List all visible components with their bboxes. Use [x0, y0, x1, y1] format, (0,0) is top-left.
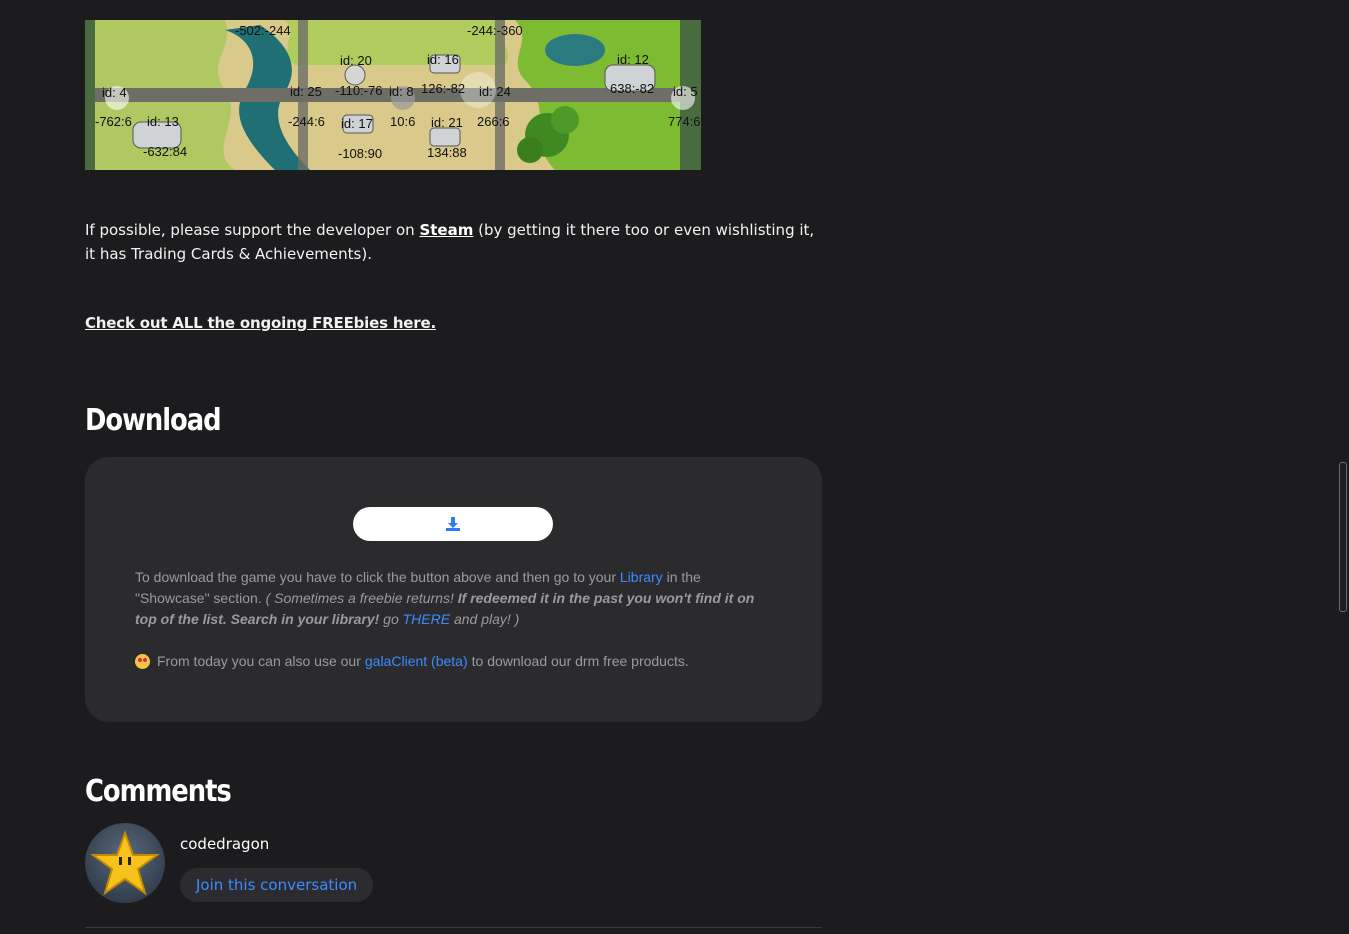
map-label: id: 5	[673, 84, 698, 99]
map-label: 134:88	[427, 145, 467, 160]
freebies-link[interactable]: Check out ALL the ongoing FREEbies here.	[85, 314, 436, 332]
comment-composer: codedragon Join this conversation	[85, 823, 822, 903]
map-label: 774:6	[668, 114, 701, 129]
divider	[85, 927, 822, 928]
star-avatar-icon	[89, 830, 161, 896]
left-edge	[85, 20, 95, 170]
map-label: 126:-82	[421, 81, 465, 96]
download-icon	[446, 517, 460, 531]
galaclient-note: From today you can also use our galaClie…	[135, 651, 775, 672]
map-label: id: 21	[431, 115, 463, 130]
join-conversation-button[interactable]: Join this conversation	[180, 868, 374, 902]
game-map-svg: id: 4 -762:6 id: 13 -632:84 id: 20 id: 16 id: …	[85, 20, 701, 170]
library-link[interactable]: Library	[620, 569, 663, 585]
tree	[551, 106, 579, 134]
map-label: id: 25	[290, 84, 322, 99]
avatar[interactable]	[85, 823, 165, 903]
map-label: id: 20	[340, 53, 372, 68]
instructions-note: ( Sometimes a freebie returns!	[265, 590, 458, 606]
map-label: 638:-82	[610, 81, 654, 96]
username: codedragon	[180, 835, 270, 853]
map-label: id: 12	[617, 52, 649, 67]
instructions-text: To download the game you have to click t…	[135, 569, 620, 585]
steam-link[interactable]: Steam	[419, 221, 473, 239]
download-button[interactable]	[353, 507, 553, 541]
support-developer-text: If possible, please support the develope…	[85, 218, 825, 266]
map-label: -110:-76	[335, 83, 382, 98]
game-screenshot-image: id: 4 -762:6 id: 13 -632:84 id: 20 id: 16 id: …	[85, 20, 701, 170]
map-label: -244:-360	[467, 23, 523, 38]
download-instructions: To download the game you have to click t…	[135, 567, 775, 630]
map-label: 10:6	[390, 114, 415, 129]
support-text-before: If possible, please support the develope…	[85, 221, 420, 239]
tower	[344, 64, 366, 86]
map-label: id: 24	[479, 84, 511, 99]
galaclient-text-before: From today you can also use our	[157, 653, 361, 669]
map-label: id: 13	[147, 114, 179, 129]
galaclient-link[interactable]: galaClient (beta)	[365, 651, 468, 672]
map-label: id: 16	[427, 52, 459, 67]
tree	[517, 137, 543, 163]
scrollbar-thumb[interactable]	[1339, 462, 1347, 612]
map-label: 266:6	[477, 114, 510, 129]
page: id: 4 -762:6 id: 13 -632:84 id: 20 id: 16 id: …	[0, 0, 1349, 934]
map-label: -108:90	[338, 146, 382, 161]
map-label: -632:84	[143, 144, 187, 159]
water-right	[545, 34, 605, 66]
building	[429, 127, 461, 147]
instructions-note: and play! )	[450, 611, 520, 627]
map-label: id: 8	[389, 84, 414, 99]
comments-section-title: Comments	[85, 774, 232, 809]
download-panel: To download the game you have to click t…	[85, 457, 822, 722]
galaclient-text-after: to download our drm free products.	[471, 653, 689, 669]
map-label: -502:-244	[235, 23, 291, 38]
map-label: -244:6	[288, 114, 325, 129]
map-label: id: 17	[341, 116, 373, 131]
map-label: id: 4	[102, 85, 127, 100]
star-struck-emoji-icon	[135, 654, 150, 669]
instructions-note: go	[379, 611, 403, 627]
map-label: -762:6	[95, 114, 132, 129]
there-link[interactable]: THERE	[403, 611, 450, 627]
download-section-title: Download	[85, 403, 222, 438]
